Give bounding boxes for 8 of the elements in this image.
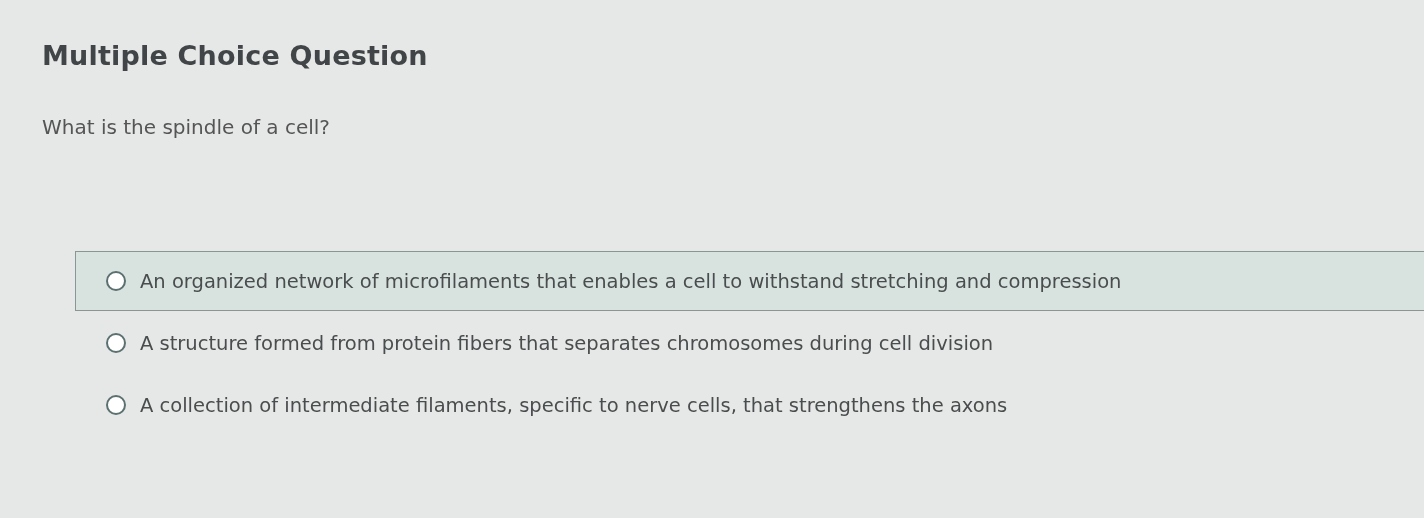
radio-button[interactable] [106, 395, 126, 415]
question-text: What is the spindle of a cell? [42, 115, 331, 139]
radio-button[interactable] [106, 333, 126, 353]
answer-option[interactable]: An organized network of microfilaments that enables a cell to withstand stretching and compression [75, 251, 1424, 311]
answer-option[interactable]: A collection of intermediate filaments, specific to nerve cells, that strengthens the axons [75, 375, 1424, 435]
question-heading: Multiple Choice Question [42, 40, 429, 71]
radio-button[interactable] [106, 271, 126, 291]
answer-option[interactable]: A structure formed from protein fibers that separates chromosomes during cell division [75, 313, 1424, 373]
